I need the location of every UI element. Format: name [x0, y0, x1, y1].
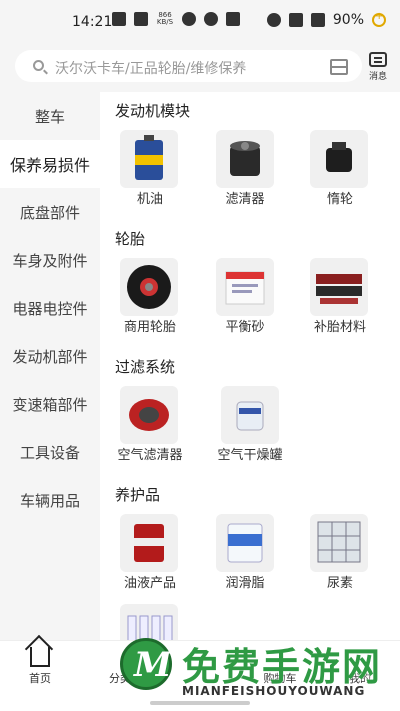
gesture-bar	[0, 696, 400, 711]
status-icons-left: 866 KB/S	[112, 12, 240, 26]
sidebar-item-electrical[interactable]: 电器电控件	[0, 284, 100, 332]
tubes-icon	[120, 604, 178, 640]
charging-icon	[372, 11, 386, 27]
battery-level: 90%	[332, 12, 364, 28]
message-button[interactable]: 消息	[366, 52, 390, 82]
product-urea[interactable]: 尿素	[305, 514, 400, 604]
watermark-title: 免费手游网	[182, 645, 383, 689]
sidebar-item-supplies[interactable]: 车辆用品	[0, 476, 100, 524]
status-icons-right: 90%	[266, 11, 386, 28]
product-oil[interactable]: 机油	[115, 130, 210, 220]
category-content: 发动机模块 机油 滤清器 惰轮 轮胎 商用轮胎 平衡砂 补胎材料 过滤系统 空气…	[100, 92, 400, 640]
nav-home[interactable]: 首页	[10, 647, 70, 686]
signal-2-icon	[310, 13, 325, 27]
product-filter[interactable]: 滤清器	[210, 130, 305, 220]
sim-icon	[112, 12, 126, 26]
section-title: 轮胎	[115, 230, 146, 248]
signal-icon	[288, 13, 303, 27]
status-bar: 14:21 866 KB/S 90%	[0, 0, 400, 44]
search-placeholder: 沃尔沃卡车/正品轮胎/维修保养	[55, 61, 247, 77]
product-air-dryer[interactable]: 空气干燥罐	[215, 386, 315, 476]
home-icon	[30, 647, 50, 667]
watermark: 免费手游网 MIANFEISHOUYOUWANG	[120, 636, 392, 698]
mute-icon	[226, 12, 240, 26]
search-row: 沃尔沃卡车/正品轮胎/维修保养 消息	[0, 44, 400, 92]
fluid-bucket-icon	[120, 514, 178, 572]
section-care-products: 养护品 油液产品 润滑脂 尿素	[100, 476, 400, 640]
sidebar-item-tools[interactable]: 工具设备	[0, 428, 100, 476]
location-icon	[204, 12, 218, 26]
sidebar-item-engine[interactable]: 发动机部件	[0, 332, 100, 380]
category-sidebar: 整车 保养易损件 底盘部件 车身及附件 电器电控件 发动机部件 变速箱部件 工具…	[0, 92, 100, 640]
product-tire-repair[interactable]: 补胎材料	[305, 258, 400, 348]
sidebar-item-body[interactable]: 车身及附件	[0, 236, 100, 284]
grease-bucket-icon	[216, 514, 274, 572]
wifi-icon	[266, 13, 281, 27]
sidebar-item-maintenance[interactable]: 保养易损件	[0, 140, 100, 188]
tire-icon	[120, 258, 178, 316]
section-title: 过滤系统	[115, 358, 176, 376]
product-grease[interactable]: 润滑脂	[210, 514, 305, 604]
oil-bottle-icon	[120, 130, 178, 188]
search-input[interactable]: 沃尔沃卡车/正品轮胎/维修保养	[15, 50, 362, 82]
sidebar-item-vehicle[interactable]: 整车	[0, 92, 100, 140]
urea-tank-icon	[310, 514, 368, 572]
tire-repair-kit-icon	[310, 258, 368, 316]
section-tires: 轮胎 商用轮胎 平衡砂 补胎材料	[100, 220, 400, 348]
product-air-filter[interactable]: 空气滤清器	[115, 386, 215, 476]
message-label: 消息	[368, 72, 387, 82]
product-idler[interactable]: 惰轮	[305, 130, 400, 220]
message-icon	[369, 52, 387, 67]
sidebar-item-gearbox[interactable]: 变速箱部件	[0, 380, 100, 428]
gallery-icon	[134, 12, 148, 26]
product-balance-sand[interactable]: 平衡砂	[210, 258, 305, 348]
product-fluids[interactable]: 油液产品	[115, 514, 210, 604]
alarm-icon	[182, 12, 196, 26]
oil-filter-icon	[216, 130, 274, 188]
net-speed: 866 KB/S	[156, 11, 174, 26]
watermark-logo	[120, 638, 172, 690]
air-dryer-icon	[221, 386, 279, 444]
search-icon	[33, 60, 44, 71]
section-filtration: 过滤系统 空气滤清器 空气干燥罐	[100, 348, 400, 476]
product-partial[interactable]	[115, 604, 215, 640]
air-filter-icon	[120, 386, 178, 444]
balance-sand-box-icon	[216, 258, 274, 316]
section-title: 发动机模块	[115, 102, 191, 120]
section-engine-module: 发动机模块 机油 滤清器 惰轮	[100, 92, 400, 220]
scan-icon[interactable]	[330, 59, 348, 75]
idler-pulley-icon	[310, 130, 368, 188]
sidebar-item-chassis[interactable]: 底盘部件	[0, 188, 100, 236]
status-time: 14:21	[72, 14, 113, 30]
product-commercial-tire[interactable]: 商用轮胎	[115, 258, 210, 348]
section-title: 养护品	[115, 486, 161, 504]
